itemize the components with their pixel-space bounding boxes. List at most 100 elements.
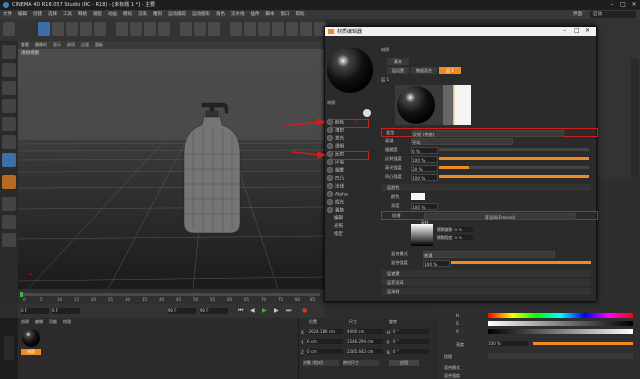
rp-brightness-slider[interactable] bbox=[533, 342, 633, 345]
size-mode-dropdown[interactable]: 绝对尺寸 bbox=[343, 360, 379, 366]
blur-offset-field[interactable]: 0 % bbox=[455, 227, 473, 232]
size-z-field[interactable]: 2585.642 cm bbox=[347, 349, 383, 354]
material-preview-ball[interactable] bbox=[327, 47, 373, 93]
menu-script[interactable]: 脚本 bbox=[263, 10, 278, 19]
play-icon[interactable]: ▶ bbox=[262, 307, 267, 314]
render-picture-viewer-icon[interactable] bbox=[194, 22, 206, 36]
rp-texture-field[interactable] bbox=[488, 353, 633, 359]
rp-brightness-field[interactable]: 100 % bbox=[488, 341, 528, 346]
x-axis-icon[interactable] bbox=[116, 22, 128, 36]
texture-mode-icon[interactable] bbox=[2, 81, 16, 95]
z-axis-icon[interactable] bbox=[144, 22, 156, 36]
preview-end-field[interactable]: 90 F bbox=[200, 308, 228, 314]
channel-luminance[interactable]: 发光 bbox=[325, 135, 370, 143]
floor-icon[interactable] bbox=[300, 22, 312, 36]
channel-bump[interactable]: 凹凸 bbox=[325, 175, 370, 183]
menu-mesh[interactable]: 网格 bbox=[75, 10, 90, 19]
channel-glow[interactable]: 辉光 bbox=[325, 199, 370, 207]
menu-mograph[interactable]: 运动图形 bbox=[189, 10, 213, 19]
tweak-icon[interactable] bbox=[2, 197, 16, 211]
size-y-field[interactable]: 1546.294 cm bbox=[347, 339, 383, 344]
prop-brightness-field[interactable]: 100 % bbox=[411, 203, 438, 210]
viewport-menu-display[interactable]: 显示 bbox=[50, 41, 64, 49]
cube-icon[interactable] bbox=[230, 22, 242, 36]
y-axis-icon[interactable] bbox=[130, 22, 142, 36]
value-slider[interactable] bbox=[488, 329, 633, 334]
prop-mix-strength-field[interactable]: 100 % bbox=[423, 260, 450, 267]
start-frame-field[interactable]: 0 F bbox=[21, 308, 49, 314]
menu-help[interactable]: 帮助 bbox=[293, 10, 308, 19]
recent-tools-icon[interactable] bbox=[94, 22, 106, 36]
record-icon[interactable]: ● bbox=[302, 307, 307, 314]
section-layer-color[interactable]: 层颜色 bbox=[381, 184, 591, 191]
prop-specular-strength-slider[interactable] bbox=[439, 166, 469, 169]
material-name-label[interactable]: 材质 bbox=[21, 349, 41, 355]
goto-end-icon[interactable]: ⏭ bbox=[286, 307, 291, 315]
render-view-icon[interactable] bbox=[180, 22, 192, 36]
viewport-menu-camera[interactable]: 摄像机 bbox=[32, 41, 50, 49]
me-minimize-icon[interactable]: – bbox=[563, 27, 566, 34]
rotation-p-field[interactable]: 0 ° bbox=[393, 339, 429, 344]
menu-file[interactable]: 文件 bbox=[0, 10, 15, 19]
viewport-menu-options[interactable]: 选项 bbox=[64, 41, 78, 49]
prop-texture-field[interactable]: 菲涅耳(Fresnel) bbox=[424, 213, 576, 220]
me-close-icon[interactable]: ✕ bbox=[585, 27, 590, 34]
channel-assignment[interactable]: 指定 bbox=[325, 231, 370, 239]
menu-tools[interactable]: 工具 bbox=[60, 10, 75, 19]
menu-snap[interactable]: 捕捉 bbox=[90, 10, 105, 19]
menu-select[interactable]: 选择 bbox=[45, 10, 60, 19]
channel-displacement[interactable]: 置换 bbox=[325, 207, 370, 215]
material-thumbnail[interactable] bbox=[22, 329, 40, 347]
prop-roughness-field[interactable]: 0 % bbox=[411, 147, 438, 154]
section-layer-mask[interactable]: 层遮罩 bbox=[381, 270, 591, 277]
subdivision-icon[interactable] bbox=[258, 22, 270, 36]
prop-mix-strength-slider[interactable] bbox=[451, 261, 591, 264]
channel-illumination[interactable]: 光照 bbox=[325, 223, 370, 231]
live-select-icon[interactable] bbox=[38, 22, 50, 36]
prop-type-dropdown[interactable]: 反射 (传统) bbox=[412, 130, 564, 137]
array-icon[interactable] bbox=[272, 22, 284, 36]
viewport-menu-view[interactable]: 查看 bbox=[18, 41, 32, 49]
blur-scale-field[interactable]: 0 % bbox=[455, 235, 473, 240]
close-icon[interactable]: ✕ bbox=[629, 1, 639, 9]
side-tabs[interactable] bbox=[631, 59, 639, 179]
deformer-icon[interactable] bbox=[286, 22, 298, 36]
scale-icon[interactable] bbox=[66, 22, 78, 36]
prop-specular-strength-track[interactable] bbox=[469, 166, 589, 169]
tab-layer-1[interactable]: 层 1 bbox=[439, 67, 461, 74]
perspective-viewport[interactable]: 透视视图 ⊥ bbox=[18, 49, 324, 289]
menu-create[interactable]: 创建 bbox=[30, 10, 45, 19]
me-maximize-icon[interactable]: □ bbox=[574, 27, 580, 34]
tab-layer-settings[interactable]: 层设置 bbox=[387, 67, 409, 74]
section-layer-sampling[interactable]: 层采样 bbox=[381, 288, 591, 295]
prop-bump-strength-slider[interactable] bbox=[439, 175, 589, 178]
edges-mode-icon[interactable] bbox=[2, 135, 16, 149]
undo-icon[interactable] bbox=[3, 22, 15, 36]
channel-editor[interactable]: 编辑 bbox=[325, 215, 370, 223]
rotation-h-field[interactable]: 0 ° bbox=[393, 329, 429, 334]
position-x-field[interactable]: -2024.186 cm bbox=[307, 329, 343, 334]
channel-normal[interactable]: 法线 bbox=[325, 183, 370, 191]
render-settings-icon[interactable] bbox=[208, 22, 220, 36]
pen-icon[interactable] bbox=[244, 22, 256, 36]
rotate-icon[interactable] bbox=[80, 22, 92, 36]
menu-window[interactable]: 窗口 bbox=[278, 10, 293, 19]
polygons-mode-icon[interactable] bbox=[2, 153, 16, 167]
menu-animate[interactable]: 动画 bbox=[105, 10, 120, 19]
points-mode-icon[interactable] bbox=[2, 117, 16, 131]
channel-transparency[interactable]: 透明 bbox=[325, 143, 370, 151]
tab-basic[interactable]: 基本 bbox=[387, 58, 409, 65]
channel-diffusion[interactable]: 漫射 bbox=[325, 127, 370, 135]
enable-axis-icon[interactable] bbox=[2, 175, 16, 189]
snap-icon[interactable] bbox=[2, 215, 16, 229]
menu-character[interactable]: 角色 bbox=[213, 10, 228, 19]
apply-button[interactable]: 应用 bbox=[389, 360, 419, 366]
layout-dropdown[interactable]: 启动 bbox=[590, 11, 636, 18]
saturation-slider[interactable] bbox=[488, 321, 633, 326]
prop-specular-strength-field[interactable]: 20 % bbox=[411, 165, 438, 172]
mm-menu-texture[interactable]: 纹理 bbox=[60, 318, 74, 325]
menu-edit[interactable]: 编辑 bbox=[15, 10, 30, 19]
end-frame-field[interactable]: 90 F bbox=[168, 308, 196, 314]
texture-preview[interactable] bbox=[411, 224, 433, 246]
step-back-icon[interactable]: ◀ bbox=[250, 307, 255, 314]
